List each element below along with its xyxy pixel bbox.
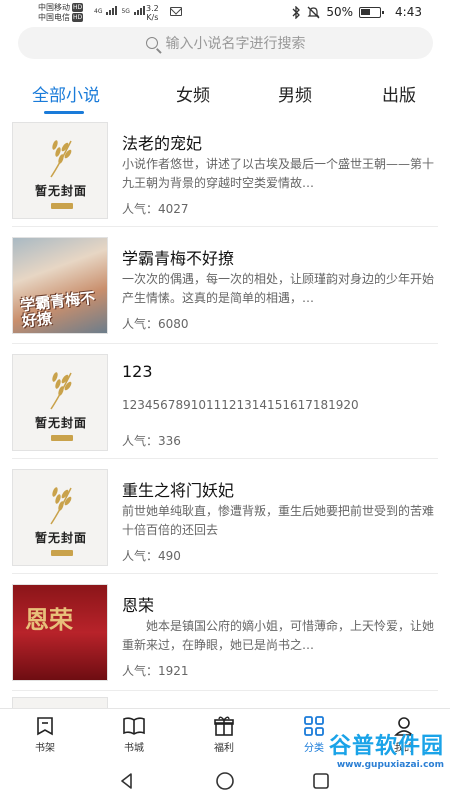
book-title: 恩荣	[122, 596, 155, 615]
mail-icon	[170, 7, 182, 16]
book-popularity: 人气：336	[122, 434, 181, 448]
cover-text: 暂无封面	[34, 416, 87, 430]
carrier-1: 中国移动 HD	[38, 3, 84, 12]
book-description: 1234567891011121314151617181920	[122, 398, 359, 412]
divider	[12, 690, 438, 691]
mute-icon	[307, 6, 320, 18]
gift-icon	[214, 716, 234, 736]
cover-text: 暂无封面	[34, 531, 87, 545]
wheat-icon	[50, 140, 72, 178]
publisher-logo	[51, 435, 73, 441]
bluetooth-icon	[292, 5, 301, 19]
tab-female[interactable]: 女频	[176, 81, 210, 106]
book-description: 小说作者悠世，讲述了以古埃及最后一个盛世王朝——第十九王朝为背景的穿越时空类爱情…	[122, 157, 435, 190]
wheat-icon	[50, 372, 72, 410]
publisher-logo	[51, 550, 73, 556]
book-cover: 暂无封面	[12, 469, 108, 566]
list-item[interactable]: 暂无封面 法老的宠妃 小说作者悠世，讲述了以古埃及最后一个盛世王朝——第十九王朝…	[0, 118, 450, 233]
book-title: 学霸青梅不好撩	[122, 249, 235, 268]
list-item[interactable]: 恩荣 恩荣 她本是镇国公府的嫡小姐，可惜薄命，上天怜爱，让她重新来过，在睁眼，她…	[0, 580, 450, 695]
battery-icon	[359, 6, 385, 18]
watermark-title: 谷普软件园	[328, 734, 444, 759]
wheat-icon	[50, 487, 72, 525]
book-title: 法老的宠妃	[122, 134, 203, 153]
list-item[interactable]: 学霸青梅不好撩 学霸青梅不好撩 一次次的偶遇，每一次的相处，让顾瑾韵对身边的少年…	[0, 233, 450, 348]
signal-icon: 4G 5G	[94, 6, 145, 15]
search-placeholder: 输入小说名字进行搜索	[165, 36, 306, 52]
book-description: 一次次的偶遇，每一次的相处，让顾瑾韵对身边的少年开始产生情愫。这真的是简单的相遇…	[122, 272, 435, 305]
search-input[interactable]: 输入小说名字进行搜索	[18, 27, 433, 59]
network-speed: 3.2 K/s	[146, 4, 159, 22]
book-popularity: 人气：4027	[122, 202, 189, 216]
app-screen: 中国移动 HD 中国电信 HD 4G 5G 3.2 K/s 50% 4:43 输入小说…	[0, 0, 450, 800]
book-description: 她本是镇国公府的嫡小姐，可惜薄命，上天怜爱，让她重新来过，在睁眼，她已是尚书之…	[122, 619, 435, 652]
book-title: 123	[122, 362, 153, 381]
back-icon[interactable]	[118, 772, 136, 790]
clock: 4:43	[395, 5, 422, 19]
search-icon	[145, 37, 158, 49]
battery-percent: 50%	[326, 5, 354, 19]
status-right: 50% 4:43	[292, 5, 422, 19]
book-cover: 暂无封面	[12, 122, 108, 219]
recents-icon[interactable]	[312, 772, 330, 790]
divider	[12, 458, 438, 459]
divider	[12, 573, 438, 574]
category-grid-icon	[304, 716, 324, 736]
home-icon[interactable]	[215, 771, 235, 791]
watermark: 谷普软件园 www.gupuxiazai.com	[329, 728, 444, 770]
nav-label: 书架	[35, 743, 55, 754]
tab-published[interactable]: 出版	[382, 81, 416, 106]
category-tabs: 全部小说 女频 男频 出版	[0, 78, 450, 114]
book-cover: 学霸青梅不好撩	[12, 237, 108, 334]
book-popularity: 人气：490	[122, 549, 181, 563]
bookshelf-icon	[37, 717, 53, 736]
book-description: 前世她单纯耿直，惨遭背叛，重生后她要把前世受到的苦难十倍百倍的还回去	[122, 504, 435, 537]
cover-text: 学霸青梅不好撩	[19, 288, 96, 331]
book-popularity: 人气：6080	[122, 317, 189, 331]
tab-male[interactable]: 男频	[278, 81, 312, 106]
nav-bookstore[interactable]: 书城	[104, 715, 164, 754]
cover-text: 暂无封面	[34, 184, 87, 198]
book-popularity: 人气：1921	[122, 664, 189, 678]
carrier-2: 中国电信 HD	[38, 13, 84, 22]
nav-label: 书城	[124, 743, 144, 754]
book-title: 重生之将门妖妃	[122, 481, 235, 500]
tab-all-novels[interactable]: 全部小说	[32, 81, 100, 106]
watermark-url: www.gupuxiazai.com	[336, 760, 444, 770]
nav-label: 福利	[214, 743, 234, 754]
divider	[12, 226, 438, 227]
tab-active-indicator	[44, 111, 84, 114]
nav-bookshelf[interactable]: 书架	[15, 715, 75, 754]
book-cover-partial	[12, 697, 108, 708]
list-item[interactable]: 暂无封面 123 1234567891011121314151617181920…	[0, 350, 450, 465]
book-open-icon	[123, 717, 145, 735]
book-cover: 恩荣	[12, 584, 108, 681]
list-item[interactable]: 暂无封面 重生之将门妖妃 前世她单纯耿直，惨遭背叛，重生后她要把前世受到的苦难十…	[0, 465, 450, 580]
cover-text: 恩荣	[25, 605, 73, 634]
divider	[12, 343, 438, 344]
book-cover: 暂无封面	[12, 354, 108, 451]
status-bar: 中国移动 HD 中国电信 HD 4G 5G 3.2 K/s 50% 4:43	[0, 0, 450, 26]
nav-welfare[interactable]: 福利	[194, 715, 254, 754]
publisher-logo	[51, 203, 73, 209]
